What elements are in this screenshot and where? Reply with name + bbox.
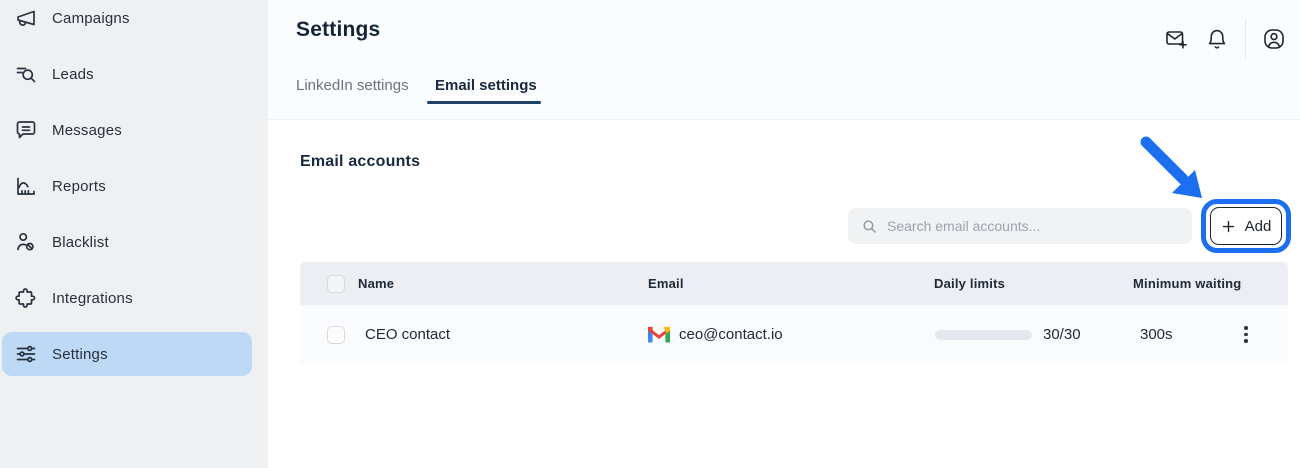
chart-icon xyxy=(14,174,38,198)
table-header-row: Name Email Daily limits Minimum waiting xyxy=(300,262,1288,305)
mail-plus-icon[interactable] xyxy=(1164,27,1188,51)
page-header: Settings LinkedIn settings Email setting… xyxy=(268,0,1300,120)
column-header-daily-limits: Daily limits xyxy=(930,276,1005,291)
sidebar-item-integrations[interactable]: Integrations xyxy=(2,276,252,320)
row-checkbox[interactable] xyxy=(327,326,345,344)
annotation-arrow xyxy=(1136,134,1220,218)
leads-search-icon xyxy=(14,62,38,86)
sidebar-item-leads[interactable]: Leads xyxy=(2,52,252,96)
chat-icon xyxy=(14,118,38,142)
column-header-email: Email xyxy=(648,276,684,291)
sliders-icon xyxy=(14,342,38,366)
sidebar-item-label: Settings xyxy=(52,346,108,363)
puzzle-icon xyxy=(14,286,38,310)
page-title: Settings xyxy=(296,18,380,42)
header-divider xyxy=(1245,20,1246,58)
add-button-label: Add xyxy=(1245,218,1272,235)
account-email: ceo@contact.io xyxy=(679,326,783,343)
app-window: Campaigns Leads Messages Reports Blackli xyxy=(0,0,1300,468)
sidebar-item-settings[interactable]: Settings xyxy=(2,332,252,376)
sidebar-item-label: Integrations xyxy=(52,290,133,307)
sidebar-item-label: Messages xyxy=(52,122,122,139)
sidebar-item-label: Reports xyxy=(52,178,106,195)
table-row: CEO contact ceo@contact.io 30/30 300s xyxy=(300,305,1288,364)
sidebar-item-blacklist[interactable]: Blacklist xyxy=(2,220,252,264)
column-header-minimum-waiting: Minimum waiting xyxy=(1132,276,1241,291)
daily-limit-progress xyxy=(935,330,1032,340)
sidebar-item-reports[interactable]: Reports xyxy=(2,164,252,208)
sidebar-item-messages[interactable]: Messages xyxy=(2,108,252,152)
sidebar-item-label: Blacklist xyxy=(52,234,109,251)
section-title: Email accounts xyxy=(300,153,420,171)
minimum-waiting-value: 300s xyxy=(1132,326,1173,343)
search-icon xyxy=(861,218,878,235)
sidebar-item-campaigns[interactable]: Campaigns xyxy=(2,0,252,40)
sidebar-item-label: Leads xyxy=(52,66,94,83)
user-block-icon xyxy=(14,230,38,254)
add-button[interactable]: Add xyxy=(1210,207,1282,245)
avatar-icon[interactable] xyxy=(1262,27,1286,51)
megaphone-icon xyxy=(14,6,38,30)
plus-icon xyxy=(1221,219,1236,234)
select-all-checkbox[interactable] xyxy=(327,275,345,293)
account-name: CEO contact xyxy=(358,326,450,343)
search-input[interactable] xyxy=(887,218,1167,234)
column-header-name: Name xyxy=(358,276,394,291)
sidebar-item-label: Campaigns xyxy=(52,10,130,27)
tab-linkedin-settings[interactable]: LinkedIn settings xyxy=(296,77,409,94)
row-menu-kebab-icon[interactable] xyxy=(1234,323,1258,347)
search-box xyxy=(848,208,1192,244)
bell-icon[interactable] xyxy=(1205,27,1229,51)
daily-limit-value: 30/30 xyxy=(1043,326,1081,343)
active-tab-underline xyxy=(427,101,541,104)
header-actions xyxy=(1164,20,1286,58)
gmail-icon xyxy=(648,326,670,343)
sidebar: Campaigns Leads Messages Reports Blackli xyxy=(0,0,268,468)
tab-email-settings[interactable]: Email settings xyxy=(435,77,537,94)
